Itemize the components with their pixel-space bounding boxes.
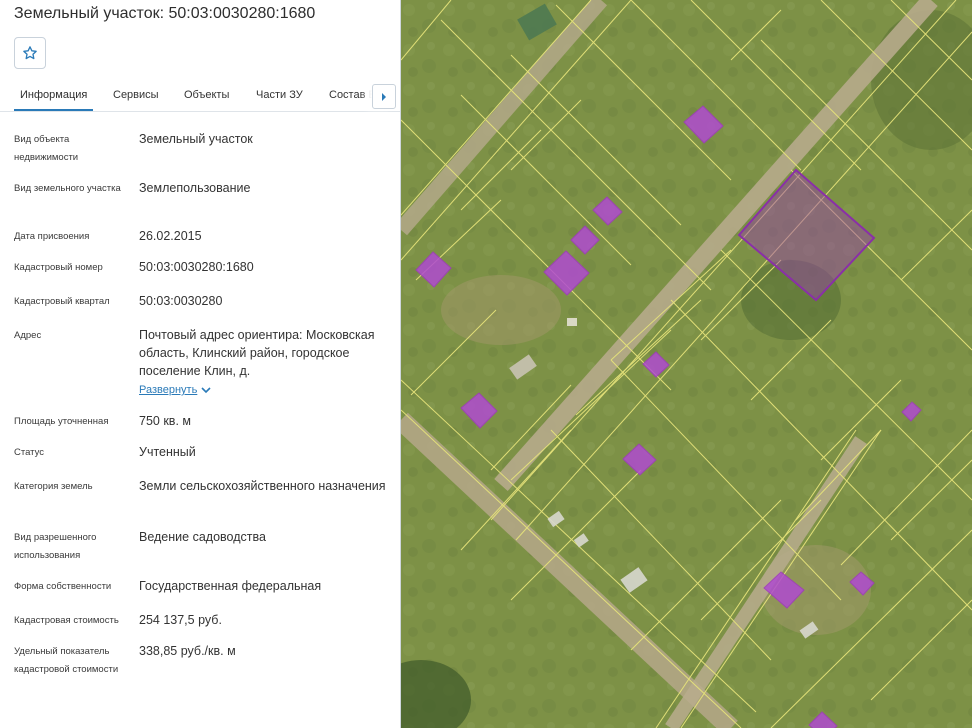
expand-label: Развернуть — [139, 384, 198, 396]
field-value-land-category: Земли сельскохозяйственного назначения — [139, 479, 386, 493]
info-panel: Земельный участок: 50:03:0030280:1680 Ин… — [0, 0, 401, 728]
field-value-status: Учтенный — [139, 445, 196, 459]
favorite-button[interactable] — [14, 37, 46, 69]
chevron-right-icon — [382, 92, 386, 101]
cadastral-map[interactable] — [401, 0, 972, 728]
field-value-address: Почтовый адрес ориентира: Московская обл… — [139, 328, 375, 378]
tab-bar: Информация Сервисы Объекты Части ЗУ Сост… — [0, 80, 400, 112]
field-value-cadastral-quarter: 50:03:0030280 — [139, 294, 223, 308]
tabs-scroll-right-button[interactable] — [372, 84, 396, 109]
field-label-cadastral-quarter: Кадастровый квартал — [14, 296, 110, 307]
field-label-object-type: Вид объекта недвижимости — [14, 134, 79, 163]
page-title: Земельный участок: 50:03:0030280:1680 — [14, 5, 316, 22]
field-label-permitted-use: Вид разрешенного использования — [14, 532, 97, 561]
field-value-area: 750 кв. м — [139, 414, 191, 428]
field-label-specific-value: Удельный показатель кадастровой стоимост… — [14, 646, 119, 675]
field-label-assign-date: Дата присвоения — [14, 231, 90, 242]
field-value-permitted-use: Ведение садоводства — [139, 530, 266, 544]
field-value-cadastral-number: 50:03:0030280:1680 — [139, 260, 254, 274]
field-label-address: Адрес — [14, 330, 42, 341]
field-label-status: Статус — [14, 447, 45, 458]
tab-parts[interactable]: Части ЗУ — [256, 80, 303, 111]
field-value-object-type: Земельный участок — [139, 132, 253, 146]
field-label-cadastral-value: Кадастровая стоимость — [14, 615, 119, 626]
address-expand-link[interactable]: Развернуть — [139, 384, 211, 396]
field-label-area: Площадь уточненная — [14, 416, 109, 427]
field-value-assign-date: 26.02.2015 — [139, 229, 202, 243]
field-label-land-category: Категория земель — [14, 481, 93, 492]
tab-objects[interactable]: Объекты — [184, 80, 229, 111]
field-value-land-type: Землепользование — [139, 181, 251, 195]
field-label-land-type: Вид земельного участка — [14, 183, 121, 194]
tab-info[interactable]: Информация — [14, 80, 94, 111]
chevron-down-icon — [201, 387, 211, 393]
field-value-ownership: Государственная федеральная — [139, 579, 322, 593]
field-label-cadastral-number: Кадастровый номер — [14, 262, 103, 273]
tab-services[interactable]: Сервисы — [113, 80, 159, 111]
map-canvas[interactable] — [401, 0, 972, 728]
bare-soil — [441, 275, 561, 345]
field-label-ownership: Форма собственности — [14, 581, 112, 592]
field-value-cadastral-value: 254 137,5 руб. — [139, 613, 222, 627]
field-value-specific-value: 338,85 руб./кв. м — [139, 644, 236, 658]
star-icon — [23, 46, 37, 60]
